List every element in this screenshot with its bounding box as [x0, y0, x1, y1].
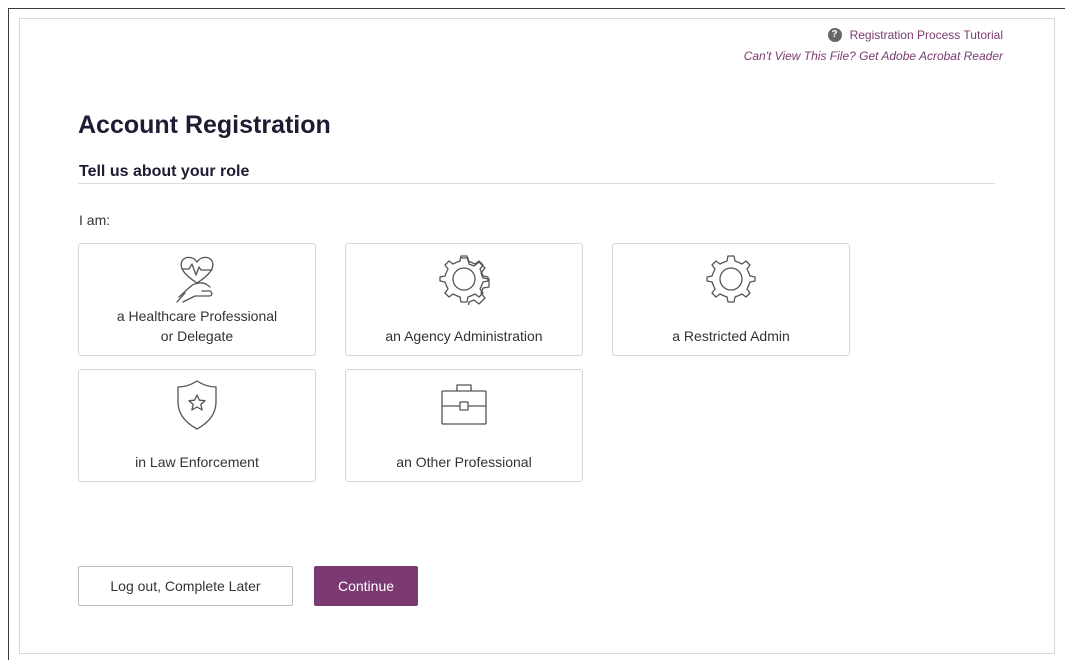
role-label: a Healthcare Professional or Delegate — [116, 308, 278, 344]
help-links: ? Registration Process Tutorial Can't Vi… — [744, 27, 1003, 64]
gear-icon — [706, 255, 756, 303]
role-label: an Agency Administration — [385, 328, 543, 344]
section-title: Tell us about your role — [79, 163, 250, 180]
heart-hand-icon — [176, 256, 214, 303]
role-label: a Restricted Admin — [672, 328, 790, 344]
tutorial-link-label: Registration Process Tutorial — [849, 28, 1003, 42]
role-prompt-label: I am: — [79, 212, 111, 228]
gear-icon — [439, 255, 490, 305]
logout-complete-later-button[interactable]: Log out, Complete Later — [78, 566, 293, 606]
help-icon: ? — [827, 28, 842, 42]
role-card-other-professional[interactable]: an Other Professional — [345, 369, 583, 482]
role-label: in Law Enforcement — [135, 454, 259, 470]
section-divider — [78, 183, 995, 184]
role-card-law-enforcement[interactable]: in Law Enforcement — [78, 369, 316, 482]
role-card-agency-administration[interactable]: an Agency Administration — [345, 243, 583, 356]
briefcase-icon — [441, 384, 487, 425]
acrobat-reader-link[interactable]: Can't View This File? Get Adobe Acrobat … — [744, 48, 1003, 64]
continue-button[interactable]: Continue — [314, 566, 418, 606]
tutorial-link[interactable]: ? Registration Process Tutorial — [744, 27, 1003, 43]
shield-star-icon — [177, 380, 217, 430]
role-label: an Other Professional — [396, 454, 532, 470]
role-card-restricted-admin[interactable]: a Restricted Admin — [612, 243, 850, 356]
page-title: Account Registration — [78, 111, 331, 139]
role-card-healthcare[interactable]: a Healthcare Professional or Delegate — [78, 243, 316, 356]
